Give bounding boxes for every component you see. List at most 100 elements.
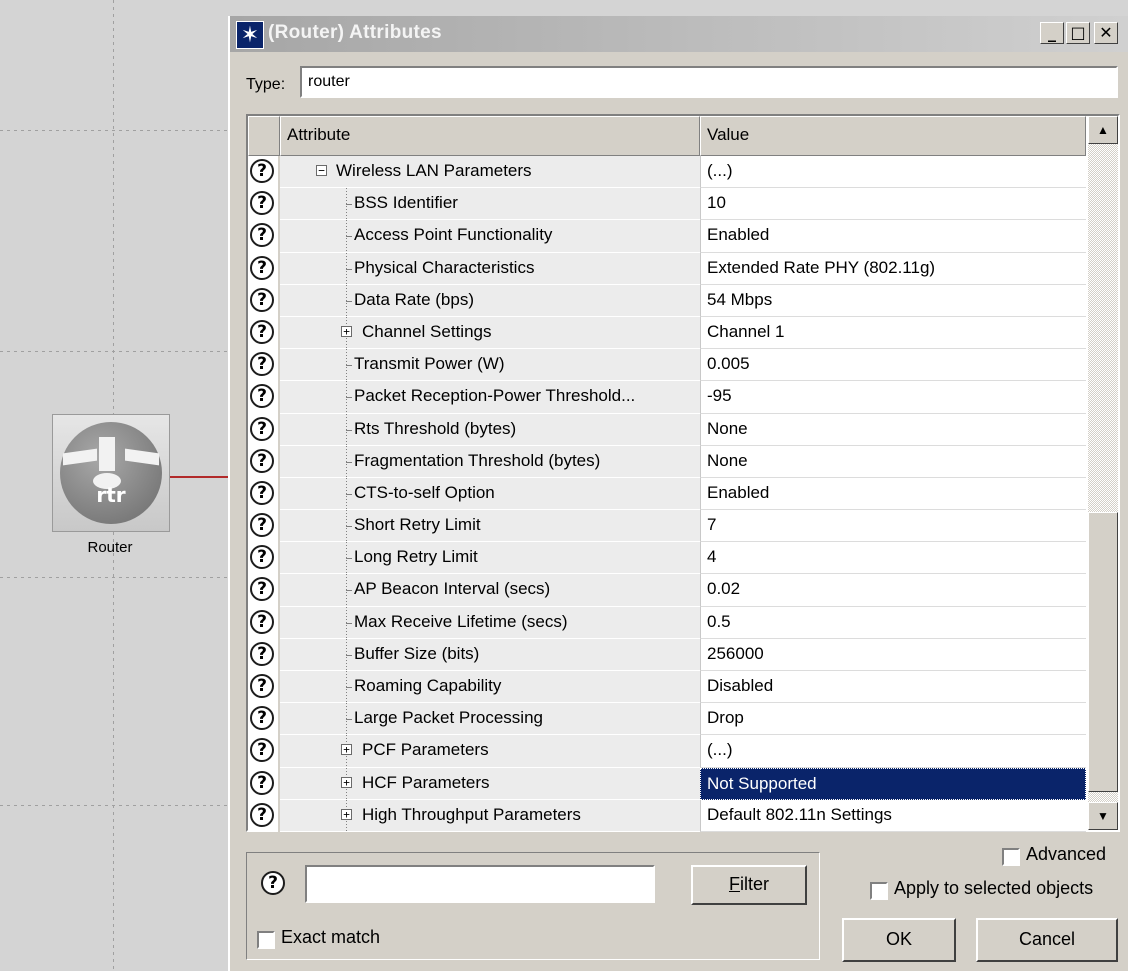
expand-icon[interactable]: +: [341, 808, 352, 820]
attribute-cell[interactable]: BSS Identifier: [280, 188, 700, 221]
value-cell[interactable]: Default 802.11n Settings: [700, 799, 1086, 832]
value-cell[interactable]: 54 Mbps: [700, 284, 1086, 317]
help-icon[interactable]: ?: [250, 255, 274, 280]
vertical-scrollbar[interactable]: ▲ ▼: [1088, 116, 1118, 830]
value-cell[interactable]: Channel 1: [700, 316, 1086, 350]
help-icon[interactable]: ?: [250, 319, 274, 344]
apply-selected-checkbox[interactable]: [870, 882, 888, 900]
help-icon[interactable]: ?: [250, 223, 274, 248]
exact-match-checkbox[interactable]: [257, 931, 275, 949]
help-icon[interactable]: ?: [250, 641, 274, 666]
help-icon[interactable]: ?: [250, 416, 274, 441]
value-cell[interactable]: None: [700, 445, 1086, 478]
value-cell[interactable]: 0.5: [700, 606, 1086, 639]
attribute-cell[interactable]: Short Retry Limit: [280, 510, 700, 543]
attribute-cell[interactable]: + PCF Parameters: [280, 735, 700, 768]
attribute-row[interactable]: ? Access Point Functionality Enabled: [248, 220, 1092, 253]
value-cell[interactable]: Disabled: [700, 671, 1086, 704]
attribute-row[interactable]: ? + High Throughput Parameters Default 802.…: [248, 799, 1092, 832]
help-icon[interactable]: ?: [250, 738, 274, 763]
attribute-cell[interactable]: Buffer Size (bits): [280, 638, 700, 671]
help-icon[interactable]: ?: [250, 287, 274, 312]
value-cell[interactable]: Enabled: [700, 220, 1086, 253]
filter-input[interactable]: [305, 865, 655, 903]
attribute-row[interactable]: ? + PCF Parameters (...): [248, 735, 1092, 768]
attribute-row[interactable]: ? CTS-to-self Option Enabled: [248, 477, 1092, 511]
filter-button[interactable]: Filter: [691, 865, 807, 905]
scroll-thumb[interactable]: [1088, 512, 1118, 792]
attribute-row[interactable]: ? Rts Threshold (bytes) None: [248, 413, 1092, 446]
ok-button[interactable]: OK: [842, 918, 956, 962]
expand-icon[interactable]: +: [341, 744, 352, 756]
attribute-row[interactable]: ? Transmit Power (W) 0.005: [248, 349, 1092, 382]
help-icon[interactable]: ?: [250, 609, 274, 634]
close-button[interactable]: ✕: [1094, 22, 1118, 44]
help-icon[interactable]: ?: [250, 577, 274, 602]
help-icon[interactable]: ?: [250, 159, 274, 183]
attribute-cell[interactable]: + HCF Parameters: [280, 767, 700, 800]
value-cell[interactable]: (...): [700, 735, 1086, 768]
attribute-cell[interactable]: Packet Reception-Power Threshold...: [280, 381, 700, 414]
value-cell[interactable]: (...): [700, 156, 1086, 189]
value-cell[interactable]: 0.005: [700, 349, 1086, 382]
exact-match-label[interactable]: Exact match: [281, 927, 380, 948]
attribute-row[interactable]: ? Long Retry Limit 4: [248, 542, 1092, 575]
help-icon[interactable]: ?: [250, 770, 274, 795]
header-attribute[interactable]: Attribute: [280, 116, 700, 156]
attribute-cell[interactable]: Data Rate (bps): [280, 284, 700, 317]
attribute-row[interactable]: ? Short Retry Limit 7: [248, 510, 1092, 543]
help-icon[interactable]: ?: [250, 545, 274, 570]
value-cell[interactable]: 7: [700, 510, 1086, 543]
attribute-cell[interactable]: CTS-to-self Option: [280, 477, 700, 511]
help-icon[interactable]: ?: [250, 674, 274, 698]
attribute-row[interactable]: ? + HCF Parameters Not Supported: [248, 767, 1092, 800]
attribute-row[interactable]: ? Large Packet Processing Drop: [248, 703, 1092, 736]
value-cell[interactable]: 10: [700, 188, 1086, 221]
expand-icon[interactable]: +: [341, 776, 352, 788]
help-icon[interactable]: ?: [250, 191, 274, 216]
maximize-button[interactable]: □: [1066, 22, 1090, 44]
attribute-cell[interactable]: Fragmentation Threshold (bytes): [280, 445, 700, 478]
attribute-cell[interactable]: Physical Characteristics: [280, 252, 700, 285]
attribute-row[interactable]: ? Data Rate (bps) 54 Mbps: [248, 284, 1092, 317]
advanced-checkbox[interactable]: [1002, 848, 1020, 866]
attribute-row[interactable]: ? Buffer Size (bits) 256000: [248, 638, 1092, 671]
cancel-button[interactable]: Cancel: [976, 918, 1118, 962]
attribute-row[interactable]: ? Max Receive Lifetime (secs) 0.5: [248, 606, 1092, 639]
attribute-cell[interactable]: Rts Threshold (bytes): [280, 413, 700, 446]
attribute-cell[interactable]: AP Beacon Interval (secs): [280, 574, 700, 607]
help-icon[interactable]: ?: [261, 871, 285, 895]
type-field[interactable]: [300, 66, 1118, 98]
attribute-row[interactable]: ? Fragmentation Threshold (bytes) None: [248, 445, 1092, 478]
value-cell[interactable]: Enabled: [700, 477, 1086, 511]
attribute-cell[interactable]: Access Point Functionality: [280, 220, 700, 253]
network-link[interactable]: [168, 476, 230, 478]
help-icon[interactable]: ?: [250, 802, 274, 827]
attribute-row[interactable]: ? Roaming Capability Disabled: [248, 671, 1092, 704]
help-icon[interactable]: ?: [250, 352, 274, 377]
attribute-row[interactable]: ? Packet Reception-Power Threshold... -95: [248, 381, 1092, 414]
value-cell[interactable]: 256000: [700, 638, 1086, 671]
attribute-row[interactable]: ? Physical Characteristics Extended Rate P…: [248, 252, 1092, 285]
help-icon[interactable]: ?: [250, 480, 274, 505]
attribute-cell[interactable]: + High Throughput Parameters: [280, 799, 700, 832]
attribute-row[interactable]: ? AP Beacon Interval (secs) 0.02: [248, 574, 1092, 607]
help-icon[interactable]: ?: [250, 513, 274, 538]
attribute-cell[interactable]: Transmit Power (W): [280, 349, 700, 382]
attribute-cell[interactable]: − Wireless LAN Parameters: [280, 156, 700, 189]
value-cell[interactable]: Extended Rate PHY (802.11g): [700, 252, 1086, 285]
attribute-cell[interactable]: Large Packet Processing: [280, 703, 700, 736]
apply-selected-label[interactable]: Apply to selected objects: [894, 878, 1093, 899]
minimize-button[interactable]: _: [1040, 22, 1064, 44]
attribute-row[interactable]: ? + Channel Settings Channel 1: [248, 316, 1092, 350]
attribute-row[interactable]: ? − Wireless LAN Parameters (...): [248, 156, 1092, 189]
value-cell[interactable]: -95: [700, 381, 1086, 414]
value-cell[interactable]: Drop: [700, 703, 1086, 736]
attribute-cell[interactable]: Long Retry Limit: [280, 542, 700, 575]
advanced-label[interactable]: Advanced: [1026, 844, 1106, 865]
title-bar[interactable]: ✶ (Router) Attributes _ □ ✕: [230, 16, 1128, 52]
attribute-row[interactable]: ? BSS Identifier 10: [248, 188, 1092, 221]
collapse-icon[interactable]: −: [316, 165, 327, 176]
help-icon[interactable]: ?: [250, 384, 274, 409]
scroll-down-icon[interactable]: ▼: [1088, 802, 1118, 830]
